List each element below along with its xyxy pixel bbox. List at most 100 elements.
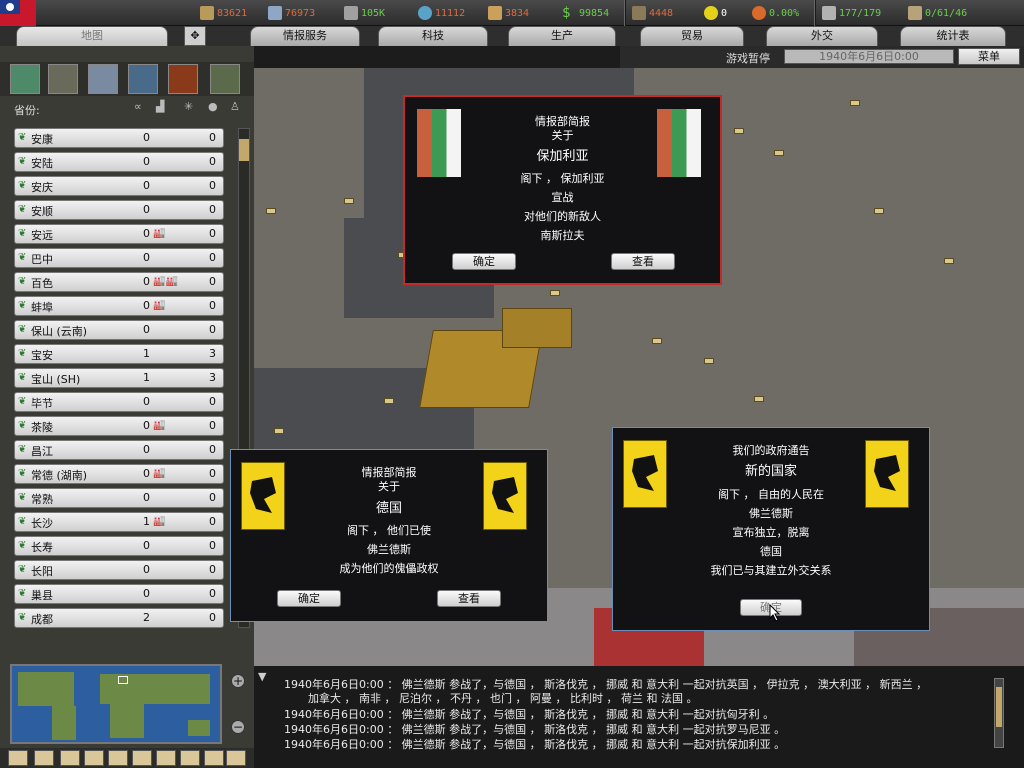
- building-icon: 🏭: [153, 300, 166, 311]
- province-row[interactable]: ❦ 长寿 0 0: [14, 536, 224, 556]
- province-row[interactable]: ❦ 保山 (云南) 0 0: [14, 320, 224, 340]
- manpower-icon: [632, 6, 646, 20]
- resource-oil-value: 11112: [435, 7, 466, 19]
- province-leaf-icon: ❦: [18, 276, 27, 287]
- building-icon: [153, 612, 179, 625]
- province-infra-value: 0: [143, 227, 150, 240]
- view-button[interactable]: 查看: [611, 253, 675, 270]
- province-row[interactable]: ❦ 安康 0 0: [14, 128, 224, 148]
- province-row[interactable]: ❦ 安顺 0 0: [14, 200, 224, 220]
- main-tab-bar: 地图 ✥ 情报服务 科技 生产 贸易 外交 统计表: [0, 26, 1024, 46]
- oil-sort-icon[interactable]: ●: [208, 100, 218, 113]
- province-row[interactable]: ❦ 常德 (湖南) 0 🏭 0: [14, 464, 224, 484]
- filter-icon[interactable]: [108, 750, 128, 766]
- view-button[interactable]: 查看: [437, 590, 501, 607]
- tab-technology[interactable]: 科技: [378, 26, 488, 46]
- province-row[interactable]: ❦ 毕节 0 0: [14, 392, 224, 412]
- province-row[interactable]: ❦ 昌江 0 0: [14, 440, 224, 460]
- building-icon: [153, 204, 179, 217]
- province-infra-value: 0: [143, 179, 150, 192]
- province-name: 长寿: [31, 541, 53, 554]
- filter-icon[interactable]: [226, 750, 246, 766]
- province-industry-value: 0: [209, 299, 216, 312]
- filter-icon[interactable]: [34, 750, 54, 766]
- filter-icon[interactable]: [156, 750, 176, 766]
- manpower-sort-icon[interactable]: ♙: [230, 100, 240, 113]
- filter-icon[interactable]: [204, 750, 224, 766]
- province-leaf-icon: ❦: [18, 252, 27, 263]
- world-minimap[interactable]: [10, 664, 222, 744]
- province-row[interactable]: ❦ 蚌埠 0 🏭 0: [14, 296, 224, 316]
- province-name: 常熟: [31, 493, 53, 506]
- zoom-out-button[interactable]: −: [231, 720, 245, 734]
- dialog-body-line: 阁下 ， 自由的人民在: [718, 488, 824, 501]
- land-units-icon[interactable]: [48, 64, 78, 94]
- filter-icon[interactable]: [180, 750, 200, 766]
- province-row[interactable]: ❦ 宝山 (SH) 1 3: [14, 368, 224, 388]
- ok-button[interactable]: 确定: [277, 590, 341, 607]
- province-row[interactable]: ❦ 安庆 0 0: [14, 176, 224, 196]
- filter-icon[interactable]: [60, 750, 80, 766]
- industry-sort-icon[interactable]: ▟: [156, 100, 164, 113]
- province-row[interactable]: ❦ 巴中 0 0: [14, 248, 224, 268]
- tab-statistics[interactable]: 统计表: [900, 26, 1006, 46]
- tab-trade[interactable]: 贸易: [640, 26, 744, 46]
- province-leaf-icon: ❦: [18, 468, 27, 479]
- province-row[interactable]: ❦ 茶陵 0 🏭 0: [14, 416, 224, 436]
- air-units-icon[interactable]: [88, 64, 118, 94]
- naval-units-icon[interactable]: [128, 64, 158, 94]
- province-row[interactable]: ❦ 安陆 0 0: [14, 152, 224, 172]
- netherlands-region[interactable]: [502, 308, 572, 348]
- tab-production[interactable]: 生产: [508, 26, 616, 46]
- province-row[interactable]: ❦ 安远 0 🏭 0: [14, 224, 224, 244]
- province-infra-value: 0: [143, 419, 150, 432]
- province-row[interactable]: ❦ 百色 0 🏭🏭 0: [14, 272, 224, 292]
- menu-button[interactable]: 菜单: [958, 48, 1020, 65]
- province-name: 成都: [31, 613, 53, 626]
- infra-sort-icon[interactable]: ∝: [134, 100, 142, 113]
- filter-icon[interactable]: [84, 750, 104, 766]
- province-row[interactable]: ❦ 宝安 1 3: [14, 344, 224, 364]
- resource-sort-icon[interactable]: ✳: [184, 100, 193, 113]
- log-line: 1940年6月6日0:00 ： 佛兰德斯 参战了，与德国 ， 斯洛伐克 ， 挪威…: [284, 738, 786, 751]
- province-row[interactable]: ❦ 长沙 1 🏭 0: [14, 512, 224, 532]
- building-icon: 🏭: [153, 468, 166, 479]
- supplies-icon: [488, 6, 502, 20]
- map-mode-toggle-icon[interactable]: ✥: [184, 26, 206, 46]
- province-row[interactable]: ❦ 成都 2 0: [14, 608, 224, 628]
- supply-mode-icon[interactable]: [210, 64, 240, 94]
- province-infra-value: 0: [143, 251, 150, 264]
- filter-icon[interactable]: [132, 750, 152, 766]
- tab-map[interactable]: 地图: [16, 26, 168, 46]
- tab-intelligence[interactable]: 情报服务: [250, 26, 360, 46]
- nation-flag[interactable]: [0, 0, 36, 26]
- province-row[interactable]: ❦ 巢县 0 0: [14, 584, 224, 604]
- province-name: 安庆: [31, 181, 53, 194]
- dialog-body-line: 阁下 ， 保加利亚: [520, 172, 605, 185]
- province-industry-value: 0: [209, 179, 216, 192]
- building-icon: [153, 324, 179, 337]
- log-scrollbar[interactable]: [994, 678, 1004, 748]
- ok-button[interactable]: 确定: [452, 253, 516, 270]
- province-infra-value: 0: [143, 323, 150, 336]
- log-collapse-icon[interactable]: ▼: [258, 670, 266, 683]
- scrollbar-thumb[interactable]: [996, 687, 1002, 727]
- province-row[interactable]: ❦ 常熟 0 0: [14, 488, 224, 508]
- terrain-mode-icon[interactable]: [10, 64, 40, 94]
- filter-icon[interactable]: [8, 750, 28, 766]
- minimap-viewport[interactable]: [118, 676, 128, 684]
- province-industry-value: 0: [209, 227, 216, 240]
- combat-icon[interactable]: [168, 64, 198, 94]
- filter-button-bar: [0, 748, 254, 768]
- province-leaf-icon: ❦: [18, 612, 27, 623]
- province-leaf-icon: ❦: [18, 324, 27, 335]
- building-icon: [153, 396, 179, 409]
- zoom-in-button[interactable]: +: [231, 674, 245, 688]
- resource-metal: 76973: [268, 4, 315, 22]
- province-row[interactable]: ❦ 长阳 0 0: [14, 560, 224, 580]
- province-leaf-icon: ❦: [18, 492, 27, 503]
- scrollbar-thumb[interactable]: [239, 139, 249, 161]
- divider: [814, 0, 816, 26]
- energy-icon: [200, 6, 214, 20]
- tab-diplomacy[interactable]: 外交: [766, 26, 878, 46]
